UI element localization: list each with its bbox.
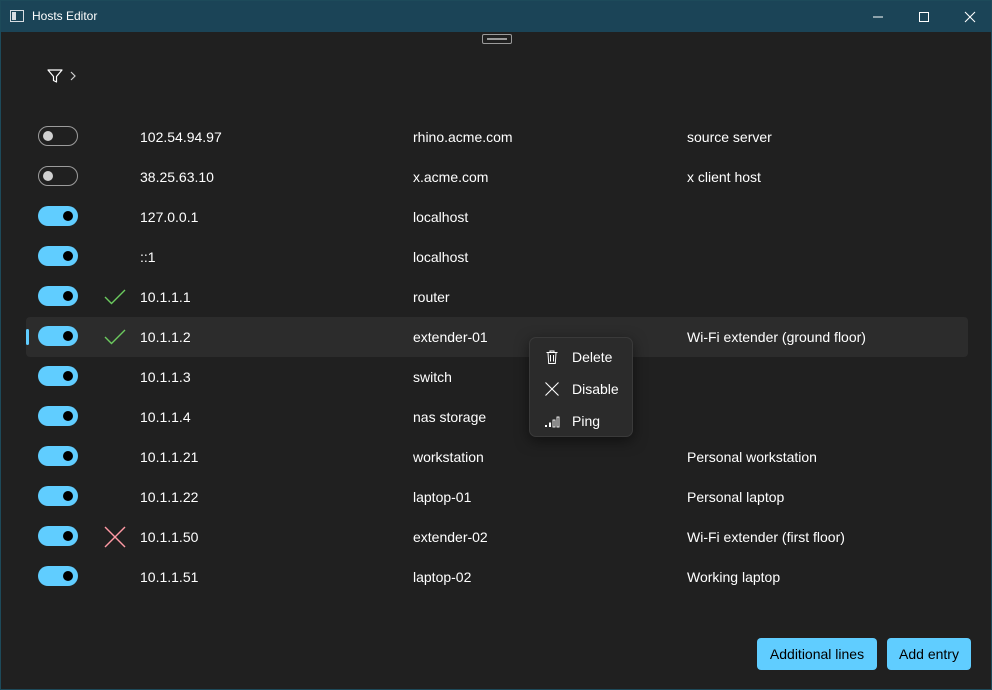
table-row[interactable]: 10.1.1.21 workstation Personal workstation bbox=[26, 437, 968, 477]
checkmark-icon bbox=[104, 289, 126, 305]
additional-lines-button[interactable]: Additional lines bbox=[757, 638, 877, 670]
enabled-toggle[interactable] bbox=[38, 126, 78, 146]
hosts-cell: laptop-02 bbox=[413, 569, 472, 585]
hosts-cell: switch bbox=[413, 369, 452, 385]
hosts-cell: laptop-01 bbox=[413, 489, 472, 505]
enabled-toggle[interactable] bbox=[38, 406, 78, 426]
comment-cell: x client host bbox=[687, 169, 761, 185]
hosts-cell: nas storage bbox=[413, 409, 487, 425]
comment-cell: Wi-Fi extender (first floor) bbox=[687, 529, 845, 545]
filter-button[interactable] bbox=[46, 67, 80, 85]
comment-cell: Personal laptop bbox=[687, 489, 785, 505]
minimize-icon bbox=[873, 16, 883, 17]
menu-item-delete[interactable]: Delete bbox=[534, 342, 630, 372]
enabled-toggle[interactable] bbox=[38, 446, 78, 466]
hosts-cell: localhost bbox=[413, 249, 469, 265]
hosts-cell: router bbox=[413, 289, 450, 305]
hosts-cell: extender-02 bbox=[413, 529, 488, 545]
address-cell: 10.1.1.1 bbox=[140, 289, 191, 305]
app-icon bbox=[10, 10, 24, 22]
table-row[interactable]: 38.25.63.10 x.acme.com x client host bbox=[26, 157, 968, 197]
address-cell: 127.0.0.1 bbox=[140, 209, 199, 225]
hosts-cell: x.acme.com bbox=[413, 169, 489, 185]
table-row[interactable]: ::1 localhost bbox=[26, 237, 968, 277]
menu-item-label: Disable bbox=[572, 381, 619, 397]
signal-bars-icon bbox=[545, 416, 560, 428]
pane-drag-handle[interactable] bbox=[482, 34, 512, 44]
title-bar[interactable]: Hosts Editor bbox=[1, 1, 991, 32]
table-row[interactable]: 10.1.1.1 router bbox=[26, 277, 968, 317]
menu-item-label: Ping bbox=[572, 413, 601, 429]
hosts-cell: localhost bbox=[413, 209, 469, 225]
address-cell: ::1 bbox=[140, 249, 156, 265]
table-row[interactable]: 10.1.1.2 extender-01 Wi-Fi extender (groun… bbox=[26, 317, 968, 357]
close-icon bbox=[545, 382, 559, 396]
hosts-list: 102.54.94.97 rhino.acme.com source server 3… bbox=[26, 117, 968, 597]
table-row[interactable]: 10.1.1.50 extender-02 Wi-Fi extender (firs… bbox=[26, 517, 968, 557]
maximize-icon bbox=[919, 11, 929, 22]
enabled-toggle[interactable] bbox=[38, 166, 78, 186]
address-cell: 10.1.1.50 bbox=[140, 529, 199, 545]
close-icon bbox=[964, 11, 976, 22]
menu-item-label: Delete bbox=[572, 349, 613, 365]
comment-cell: source server bbox=[687, 129, 772, 145]
maximize-button[interactable] bbox=[901, 1, 947, 32]
table-row[interactable]: 10.1.1.22 laptop-01 Personal laptop bbox=[26, 477, 968, 517]
menu-item-ping[interactable]: Ping bbox=[534, 406, 630, 436]
table-row[interactable]: 102.54.94.97 rhino.acme.com source server bbox=[26, 117, 968, 157]
table-row[interactable]: 10.1.1.51 laptop-02 Working laptop bbox=[26, 557, 968, 597]
address-cell: 102.54.94.97 bbox=[140, 129, 222, 145]
enabled-toggle[interactable] bbox=[38, 486, 78, 506]
address-cell: 10.1.1.4 bbox=[140, 409, 191, 425]
enabled-toggle[interactable] bbox=[38, 246, 78, 266]
hosts-editor-window: Hosts Editor 102.54.94.97 rhino.acme.com s… bbox=[0, 0, 992, 690]
address-cell: 10.1.1.3 bbox=[140, 369, 191, 385]
comment-cell: Personal workstation bbox=[687, 449, 817, 465]
menu-item-disable[interactable]: Disable bbox=[534, 374, 630, 404]
address-cell: 10.1.1.22 bbox=[140, 489, 199, 505]
table-row[interactable]: 10.1.1.3 switch bbox=[26, 357, 968, 397]
enabled-toggle[interactable] bbox=[38, 566, 78, 586]
context-menu: Delete Disable Ping bbox=[529, 337, 633, 437]
enabled-toggle[interactable] bbox=[38, 366, 78, 386]
checkmark-icon bbox=[104, 329, 126, 345]
address-cell: 10.1.1.21 bbox=[140, 449, 199, 465]
window-title: Hosts Editor bbox=[32, 9, 98, 23]
address-cell: 10.1.1.2 bbox=[140, 329, 191, 345]
enabled-toggle[interactable] bbox=[38, 326, 78, 346]
minimize-button[interactable] bbox=[855, 1, 901, 32]
hosts-cell: rhino.acme.com bbox=[413, 129, 513, 145]
enabled-toggle[interactable] bbox=[38, 206, 78, 226]
address-cell: 38.25.63.10 bbox=[140, 169, 214, 185]
table-row[interactable]: 10.1.1.4 nas storage bbox=[26, 397, 968, 437]
hosts-cell: workstation bbox=[413, 449, 484, 465]
table-row[interactable]: 127.0.0.1 localhost bbox=[26, 197, 968, 237]
comment-cell: Working laptop bbox=[687, 569, 781, 585]
hosts-cell: extender-01 bbox=[413, 329, 488, 345]
address-cell: 10.1.1.51 bbox=[140, 569, 199, 585]
enabled-toggle[interactable] bbox=[38, 526, 78, 546]
add-entry-button[interactable]: Add entry bbox=[887, 638, 971, 670]
trash-icon bbox=[546, 350, 558, 364]
error-cross-icon bbox=[104, 526, 126, 548]
chevron-right-icon bbox=[70, 71, 76, 81]
comment-cell: Wi-Fi extender (ground floor) bbox=[687, 329, 866, 345]
close-window-button[interactable] bbox=[947, 1, 992, 32]
enabled-toggle[interactable] bbox=[38, 286, 78, 306]
filter-icon bbox=[47, 69, 63, 83]
